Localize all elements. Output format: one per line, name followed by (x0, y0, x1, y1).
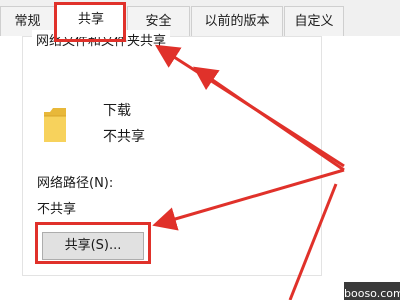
arrow-from-bottom (288, 183, 338, 300)
arrow-to-group-title (193, 66, 345, 172)
annotation-arrows (152, 44, 345, 300)
watermark: booso.com (344, 282, 400, 300)
arrow-to-share-button (152, 168, 345, 231)
watermark-text: booso.com (344, 287, 400, 300)
